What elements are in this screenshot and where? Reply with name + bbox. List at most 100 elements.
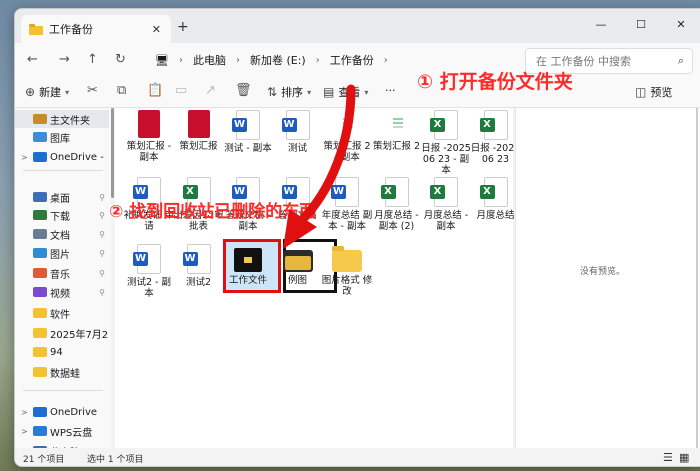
sidebar-item[interactable]: 数据蛙: [15, 363, 109, 381]
minimize-button[interactable]: —: [581, 9, 621, 39]
file-label: 工作文件: [228, 275, 267, 286]
file-item[interactable]: 月度总结: [470, 177, 522, 221]
navigation-pane: 主文件夹 图库 > OneDrive - 桌面 ⚲ 下载 ⚲ 文档 ⚲ 图片 ⚲ 音乐 ⚲ 视频 ⚲ 软件 202…: [15, 108, 111, 459]
pin-icon: ⚲: [99, 248, 105, 258]
file-item[interactable]: 策划汇报 2: [371, 110, 423, 152]
refresh-button[interactable]: ↻: [115, 52, 126, 67]
file-label: 测试2 - 副本: [126, 277, 171, 299]
sidebar-item-label: 下载: [50, 211, 70, 223]
sidebar-item[interactable]: 视频 ⚲: [15, 283, 109, 301]
sidebar-item[interactable]: 软件: [15, 304, 109, 322]
search-icon: ⌕: [677, 54, 684, 67]
paste-icon[interactable]: 📋: [147, 83, 163, 98]
item-count: 21 个项目: [23, 455, 65, 465]
close-window-button[interactable]: ✕: [661, 9, 700, 39]
up-button[interactable]: ↑: [87, 52, 98, 67]
sidebar-item[interactable]: > OneDrive -: [15, 148, 109, 166]
sidebar-item[interactable]: 文档 ⚲: [15, 225, 109, 243]
new-button[interactable]: ⊕ 新建 ▾: [25, 84, 69, 100]
excel-spreadsheet-icon: [430, 110, 458, 140]
sidebar-item-label: 桌面: [50, 193, 70, 205]
file-label: 图片格式 修改: [321, 275, 373, 297]
sidebar-item-label: 音乐: [50, 269, 70, 281]
file-item[interactable]: 策划汇报 - 副本: [123, 110, 175, 163]
sidebar-item[interactable]: 图库: [15, 128, 109, 146]
tab-close-icon[interactable]: ✕: [152, 23, 161, 36]
sidebar-item-label: 图库: [50, 133, 70, 145]
sidebar-item-label: 2025年7月2: [50, 329, 109, 341]
title-bar: 工作备份 ✕ + — ☐ ✕: [15, 9, 700, 43]
sidebar-item[interactable]: > OneDrive: [15, 403, 109, 421]
download-icon: [33, 210, 47, 220]
rename-icon[interactable]: ▭: [175, 83, 187, 98]
sidebar-item-label: 图片: [50, 249, 70, 261]
file-label: 月度总结 - 副本: [423, 210, 469, 232]
sidebar-item[interactable]: 图片 ⚲: [15, 244, 109, 262]
sidebar-item-label: 94: [50, 346, 63, 358]
file-item[interactable]: 测试2 - 副本: [123, 244, 175, 299]
chevron-right-icon: ›: [383, 54, 388, 66]
file-label: 策划汇报 2: [372, 141, 421, 152]
tiles-view-icon[interactable]: ▦: [679, 451, 689, 464]
gallery-icon: [33, 132, 47, 142]
onedrive-icon: [33, 407, 47, 417]
breadcrumb-drive[interactable]: 新加卷 (E:): [250, 52, 306, 68]
sidebar-item-label: 主文件夹: [50, 115, 90, 127]
breadcrumb-folder[interactable]: 工作备份: [330, 52, 374, 68]
file-explorer-window: 工作备份 ✕ + — ☐ ✕ ← → ↑ ↻ 🖥 › 此电脑 › 新加卷 (E:…: [14, 8, 700, 467]
chevron-right-icon[interactable]: >: [21, 408, 31, 417]
chevron-right-icon[interactable]: >: [21, 153, 31, 162]
divider-2: [23, 390, 103, 391]
tab-work-backup[interactable]: 工作备份 ✕: [21, 15, 171, 43]
sidebar-item[interactable]: 音乐 ⚲: [15, 264, 109, 282]
sidebar-scrollbar[interactable]: [111, 108, 114, 198]
folder-icon: [33, 367, 47, 377]
sidebar-item[interactable]: 主文件夹: [15, 110, 109, 128]
copy-icon[interactable]: ⧉: [117, 83, 126, 98]
file-label: 测试2: [185, 277, 212, 288]
file-label: 日报 -202506 23 - 副本: [421, 143, 471, 176]
preview-pane-button[interactable]: ◫ 预览: [635, 84, 672, 100]
back-button[interactable]: ←: [27, 52, 38, 67]
more-options-button[interactable]: ···: [385, 84, 396, 97]
pin-icon: ⚲: [99, 210, 105, 220]
pictures-icon: [33, 248, 47, 258]
preview-scrollbar[interactable]: [696, 108, 698, 448]
chevron-right-icon: ›: [178, 54, 183, 66]
sidebar-item[interactable]: 下载 ⚲: [15, 206, 109, 224]
pin-icon: ⚲: [99, 268, 105, 278]
file-label: 月度总结 - 副本 (2): [374, 210, 419, 232]
address-row: ← → ↑ ↻ 🖥 › 此电脑 › 新加卷 (E:) › 工作备份 › 在 工作…: [15, 43, 700, 77]
file-item[interactable]: 日报 -202506 23: [470, 110, 522, 165]
sidebar-item-label: OneDrive -: [50, 151, 104, 163]
maximize-button[interactable]: ☐: [621, 9, 661, 39]
file-item[interactable]: 月度总结 - 副本 (2): [371, 177, 423, 232]
preview-pane: 没有预览。: [515, 108, 700, 448]
sidebar-item[interactable]: > WPS云盘: [15, 422, 109, 440]
file-item[interactable]: 日报 -202506 23 - 副本: [420, 110, 472, 176]
chevron-right-icon: ›: [235, 54, 240, 66]
pin-icon: ⚲: [99, 287, 105, 297]
folder-icon: [33, 308, 47, 318]
sidebar-item-label: 视频: [50, 288, 70, 300]
sidebar-item[interactable]: 94: [15, 343, 109, 361]
sidebar-item[interactable]: 桌面 ⚲: [15, 188, 109, 206]
file-label: 例图: [287, 275, 307, 286]
excel-spreadsheet-icon: [479, 177, 508, 207]
chevron-right-icon[interactable]: >: [21, 427, 31, 436]
file-item[interactable]: 月度总结 - 副本: [420, 177, 472, 232]
divider-1: [23, 170, 103, 171]
details-view-icon[interactable]: ☰: [663, 451, 673, 464]
sidebar-item-label: 数据蛙: [50, 368, 80, 380]
forward-button[interactable]: →: [59, 52, 70, 67]
new-tab-button[interactable]: +: [177, 19, 189, 35]
sidebar-item-label: OneDrive: [50, 406, 98, 418]
cut-icon[interactable]: ✂: [87, 83, 98, 98]
breadcrumb-pc[interactable]: 此电脑: [193, 52, 226, 68]
sidebar-item-label: 软件: [50, 309, 70, 321]
folder-icon: [33, 328, 47, 338]
videos-icon: [33, 287, 47, 297]
sidebar-item[interactable]: 2025年7月2: [15, 324, 109, 342]
file-label: 日报 -202506 23: [470, 143, 521, 165]
word-document-icon: [133, 244, 161, 274]
